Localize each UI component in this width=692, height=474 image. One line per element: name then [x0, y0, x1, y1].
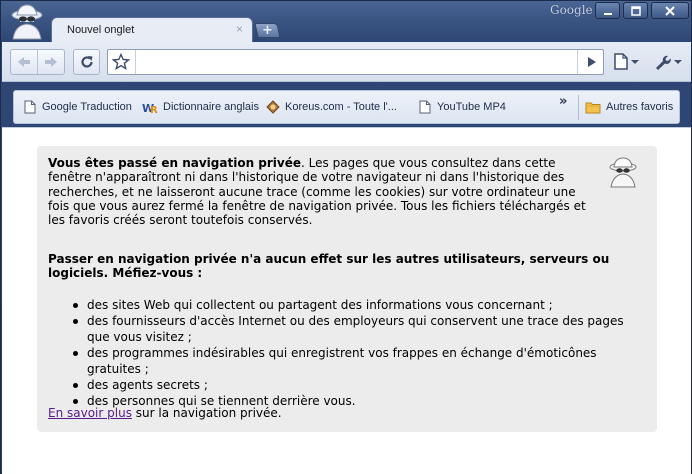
page-icon	[24, 100, 36, 114]
threat-list: des sites Web qui collectent ou partagen…	[73, 297, 643, 409]
star-icon[interactable]	[112, 53, 130, 71]
learn-more-text: sur la navigation privée.	[131, 406, 282, 420]
tools-menu-button[interactable]	[653, 53, 682, 71]
reload-button[interactable]	[73, 49, 100, 75]
list-item: des fournisseurs d'accès Internet ou des…	[73, 313, 643, 345]
forward-button[interactable]	[37, 50, 64, 74]
tab-close-icon[interactable]: ×	[236, 22, 243, 36]
maximize-button[interactable]	[623, 2, 648, 19]
bookmark-label: Google Traduction	[42, 101, 132, 113]
intro-bold-text: Vous êtes passé en navigation privée	[48, 156, 302, 170]
page-icon	[419, 100, 431, 114]
go-button[interactable]	[577, 50, 603, 74]
list-item: des sites Web qui collectent ou partagen…	[73, 297, 643, 313]
incognito-intro: Vous êtes passé en navigation privée. Le…	[48, 156, 596, 227]
toolbar	[2, 42, 691, 82]
nav-buttons	[10, 49, 65, 75]
folder-icon	[585, 102, 601, 114]
bookmark-koreus[interactable]: Koreus.com - Toute l'...	[266, 100, 397, 114]
incognito-logo-icon	[11, 4, 43, 40]
close-icon	[665, 5, 675, 16]
back-arrow-icon	[18, 57, 31, 67]
bookmark-dictionnaire-anglais[interactable]: WR Dictionnaire anglais	[142, 100, 259, 114]
window-controls	[595, 2, 692, 19]
tab-new-tab[interactable]: Nouvel onglet ×	[51, 17, 253, 43]
google-brand-label: Google	[550, 3, 593, 17]
bookmarks-divider	[578, 95, 579, 120]
page-content: Vous êtes passé en navigation privée. Le…	[2, 127, 691, 474]
plus-icon: +	[262, 23, 273, 38]
bookmark-google-traduction[interactable]: Google Traduction	[23, 100, 132, 114]
bookmark-label: Koreus.com - Toute l'...	[285, 101, 397, 113]
chevron-down-icon	[674, 60, 682, 64]
back-button[interactable]	[11, 50, 37, 74]
list-item: des agents secrets ;	[73, 377, 643, 393]
address-input[interactable]	[135, 50, 573, 74]
chevron-down-icon	[631, 59, 639, 64]
koreus-icon	[266, 100, 280, 114]
play-arrow-icon	[587, 57, 596, 67]
reload-icon	[80, 56, 93, 68]
tab-title: Nouvel onglet	[67, 24, 135, 36]
minimize-button[interactable]	[595, 2, 620, 19]
bookmark-label: YouTube MP4	[437, 101, 506, 113]
other-bookmarks-label: Autres favoris	[606, 101, 674, 113]
learn-more-line: En savoir plus sur la navigation privée.	[48, 406, 282, 420]
forward-arrow-icon	[45, 57, 58, 67]
bookmark-youtube-mp4[interactable]: YouTube MP4	[418, 100, 506, 114]
omnibox	[107, 49, 604, 75]
page-icon	[614, 53, 628, 70]
other-bookmarks-button[interactable]: Autres favoris	[585, 100, 673, 114]
maximize-icon	[630, 5, 641, 16]
incognito-info-panel: Vous êtes passé en navigation privée. Le…	[37, 146, 657, 432]
wr-logo-icon: WR	[142, 102, 158, 114]
bookmark-label: Dictionnaire anglais	[163, 101, 259, 113]
incognito-warning: Passer en navigation privée n'a aucun ef…	[48, 252, 610, 281]
minimize-icon	[603, 12, 612, 15]
learn-more-link[interactable]: En savoir plus	[48, 406, 132, 420]
wrench-icon	[656, 55, 671, 70]
bookmarks-overflow-button[interactable]: »	[559, 94, 567, 109]
new-tab-button[interactable]: +	[254, 23, 281, 38]
svg-text:R: R	[150, 105, 158, 114]
incognito-spy-icon	[609, 157, 637, 188]
close-window-button[interactable]	[651, 2, 689, 19]
list-item: des programmes indésirables qui enregist…	[73, 345, 643, 377]
bookmarks-bar: Google Traduction WR Dictionnaire anglai…	[13, 90, 680, 124]
browser-window: Google Nouvel onglet × + Google Traducti…	[0, 0, 692, 474]
page-menu-button[interactable]	[614, 53, 639, 70]
